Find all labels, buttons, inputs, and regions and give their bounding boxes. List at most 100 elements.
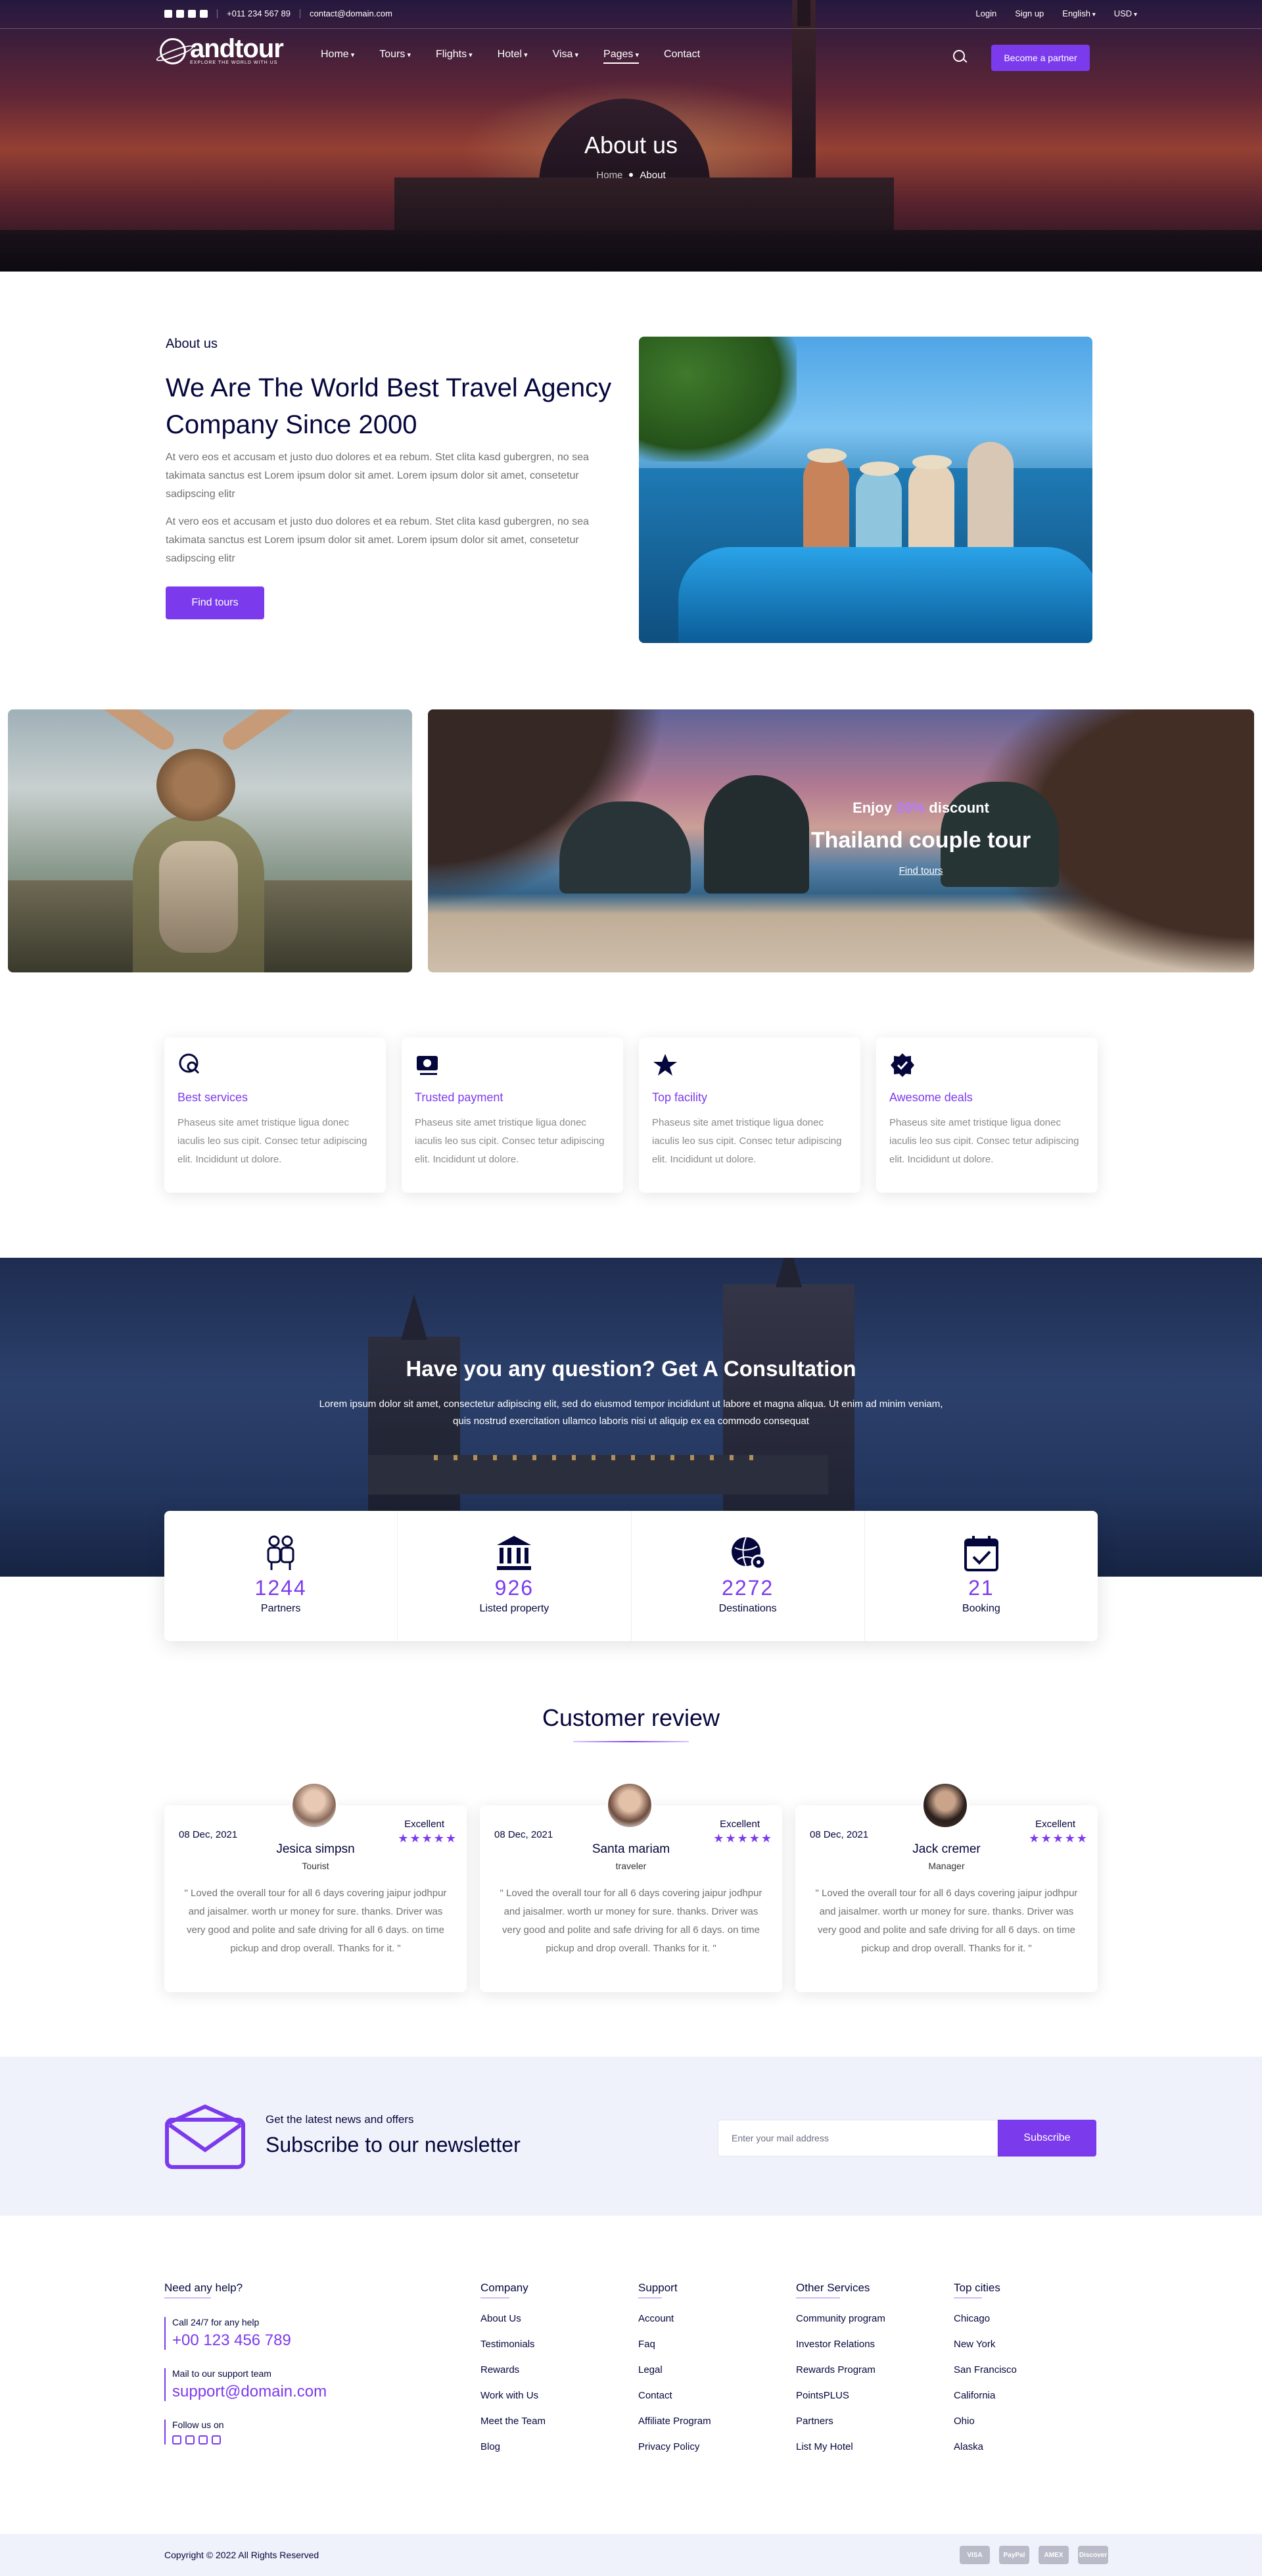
review-text: " Loved the overall tour for all 6 days …: [815, 1888, 1078, 1954]
footer-link[interactable]: Rewards: [480, 2364, 625, 2375]
review-role: Manager: [928, 1861, 965, 1871]
review-rating-label: Excellent: [404, 1819, 444, 1830]
review-rating-label: Excellent: [720, 1819, 760, 1830]
promo-banner[interactable]: Enjoy 20% discount Thailand couple tour …: [428, 709, 1254, 972]
partners-icon: [267, 1535, 294, 1570]
divider: [217, 9, 218, 18]
verified-badge-icon: [891, 1053, 914, 1077]
nav-item-flights[interactable]: Flights: [436, 49, 473, 60]
footer-link[interactable]: Rewards Program: [796, 2364, 941, 2375]
email-field[interactable]: [718, 2120, 998, 2157]
facebook-icon[interactable]: [172, 2435, 181, 2445]
footer-help-title: Need any help?: [164, 2281, 243, 2299]
footer-phone[interactable]: +00 123 456 789: [172, 2331, 375, 2350]
subscribe-button[interactable]: Subscribe: [998, 2120, 1096, 2157]
paypal-icon: PayPal: [999, 2546, 1029, 2564]
footer-link[interactable]: Community program: [796, 2313, 941, 2324]
footer-link[interactable]: Testimonials: [480, 2339, 625, 2350]
stat-label: Listed property: [479, 1603, 549, 1614]
nav-item-tours[interactable]: Tours: [379, 49, 411, 60]
feature-title: Trusted payment: [415, 1091, 503, 1104]
footer-link[interactable]: California: [954, 2390, 1098, 2401]
search-icon[interactable]: [953, 50, 968, 64]
review-name: Jack cremer: [912, 1842, 981, 1856]
nav-item-visa[interactable]: Visa: [553, 49, 578, 60]
footer-link[interactable]: Investor Relations: [796, 2339, 941, 2350]
instagram-icon[interactable]: [199, 2435, 208, 2445]
footer-column-other-services: Other Services Community program Investo…: [796, 2281, 941, 2467]
twitter-icon[interactable]: [185, 2435, 195, 2445]
footer-link[interactable]: Ohio: [954, 2416, 1098, 2427]
footer-link[interactable]: Blog: [480, 2441, 625, 2452]
language-select[interactable]: English: [1062, 9, 1095, 18]
stat-label: Partners: [260, 1603, 301, 1614]
footer-link[interactable]: PointsPLUS: [796, 2390, 941, 2401]
footer-link[interactable]: Contact: [638, 2390, 783, 2401]
about-section: About us We Are The World Best Travel Ag…: [164, 337, 1098, 646]
nav-item-contact[interactable]: Contact: [664, 49, 700, 60]
breadcrumb-home[interactable]: Home: [596, 170, 622, 181]
brand-logo[interactable]: andtour EXPLORE THE WORLD WITH US: [160, 36, 284, 65]
footer-link[interactable]: About Us: [480, 2313, 625, 2324]
footer-link[interactable]: San Francisco: [954, 2364, 1098, 2375]
footer-link[interactable]: Partners: [796, 2416, 941, 2427]
footer-link[interactable]: Privacy Policy: [638, 2441, 783, 2452]
features-section: Best services Phaseus site amet tristiqu…: [164, 1038, 1098, 1193]
footer-mail-block: Mail to our support team support@domain.…: [164, 2368, 375, 2401]
footer-link[interactable]: Work with Us: [480, 2390, 625, 2401]
footer-link[interactable]: Meet the Team: [480, 2416, 625, 2427]
review-role: traveler: [615, 1861, 647, 1871]
avatar: [922, 1782, 969, 1829]
about-photo: [639, 337, 1092, 643]
footer-link[interactable]: Chicago: [954, 2313, 1098, 2324]
newsletter-kicker: Get the latest news and offers: [266, 2113, 414, 2126]
instagram-icon[interactable]: [188, 9, 196, 18]
footer-column-top-cities: Top cities Chicago New York San Francisc…: [954, 2281, 1098, 2467]
nav-item-hotel[interactable]: Hotel: [498, 49, 528, 60]
top-email[interactable]: contact@domain.com: [310, 9, 392, 18]
photo-person: [908, 462, 954, 554]
footer-link[interactable]: List My Hotel: [796, 2441, 941, 2452]
footer-link[interactable]: New York: [954, 2339, 1098, 2350]
stat-label: Destinations: [718, 1603, 777, 1614]
top-bar: +011 234 567 89 contact@domain.com Login…: [0, 0, 1262, 29]
promo-discount-value: 20%: [896, 799, 925, 816]
linkedin-icon[interactable]: [212, 2435, 221, 2445]
nav-item-home[interactable]: Home: [321, 49, 354, 60]
footer-link[interactable]: Alaska: [954, 2441, 1098, 2452]
login-link[interactable]: Login: [975, 9, 996, 18]
twitter-icon[interactable]: [176, 9, 184, 18]
about-paragraph: At vero eos et accusam et justo duo dolo…: [166, 516, 589, 564]
photo-person: [856, 468, 902, 554]
photo-hat: [156, 749, 235, 821]
photo-backpack: [159, 841, 238, 953]
photo-people: [803, 422, 1027, 554]
planet-logo-icon: [160, 37, 186, 64]
stat-value: 1244: [254, 1576, 307, 1600]
bank-icon: [497, 1536, 532, 1570]
review-rating-label: Excellent: [1035, 1819, 1075, 1830]
promo-find-tours-link[interactable]: Find tours: [822, 865, 1019, 876]
nav-item-pages[interactable]: Pages: [603, 49, 639, 64]
footer-mail[interactable]: support@domain.com: [172, 2383, 375, 2401]
footer-link[interactable]: Account: [638, 2313, 783, 2324]
footer: Need any help? Call 24/7 for any help +0…: [0, 2216, 1262, 2576]
promo-enjoy: Enjoy: [853, 799, 892, 816]
footer-link[interactable]: Legal: [638, 2364, 783, 2375]
footer-link[interactable]: Faq: [638, 2339, 783, 2350]
become-partner-button[interactable]: Become a partner: [991, 45, 1090, 71]
signup-link[interactable]: Sign up: [1015, 9, 1044, 18]
review-date: 08 Dec, 2021: [179, 1829, 238, 1840]
facebook-icon[interactable]: [164, 9, 172, 18]
top-phone[interactable]: +011 234 567 89: [227, 9, 291, 18]
payment-methods: VISA PayPal AMEX Discover: [960, 2546, 1108, 2564]
stat-value: 926: [494, 1576, 534, 1600]
linkedin-icon[interactable]: [200, 9, 208, 18]
about-eyebrow: About us: [166, 337, 218, 351]
find-tours-button[interactable]: Find tours: [166, 586, 264, 619]
footer-link[interactable]: Affiliate Program: [638, 2416, 783, 2427]
currency-select[interactable]: USD: [1114, 9, 1137, 18]
footer-column-title: Top cities: [954, 2281, 1000, 2299]
about-heading: We Are The World Best Travel Agency Comp…: [166, 373, 612, 439]
feature-title: Top facility: [652, 1091, 708, 1104]
